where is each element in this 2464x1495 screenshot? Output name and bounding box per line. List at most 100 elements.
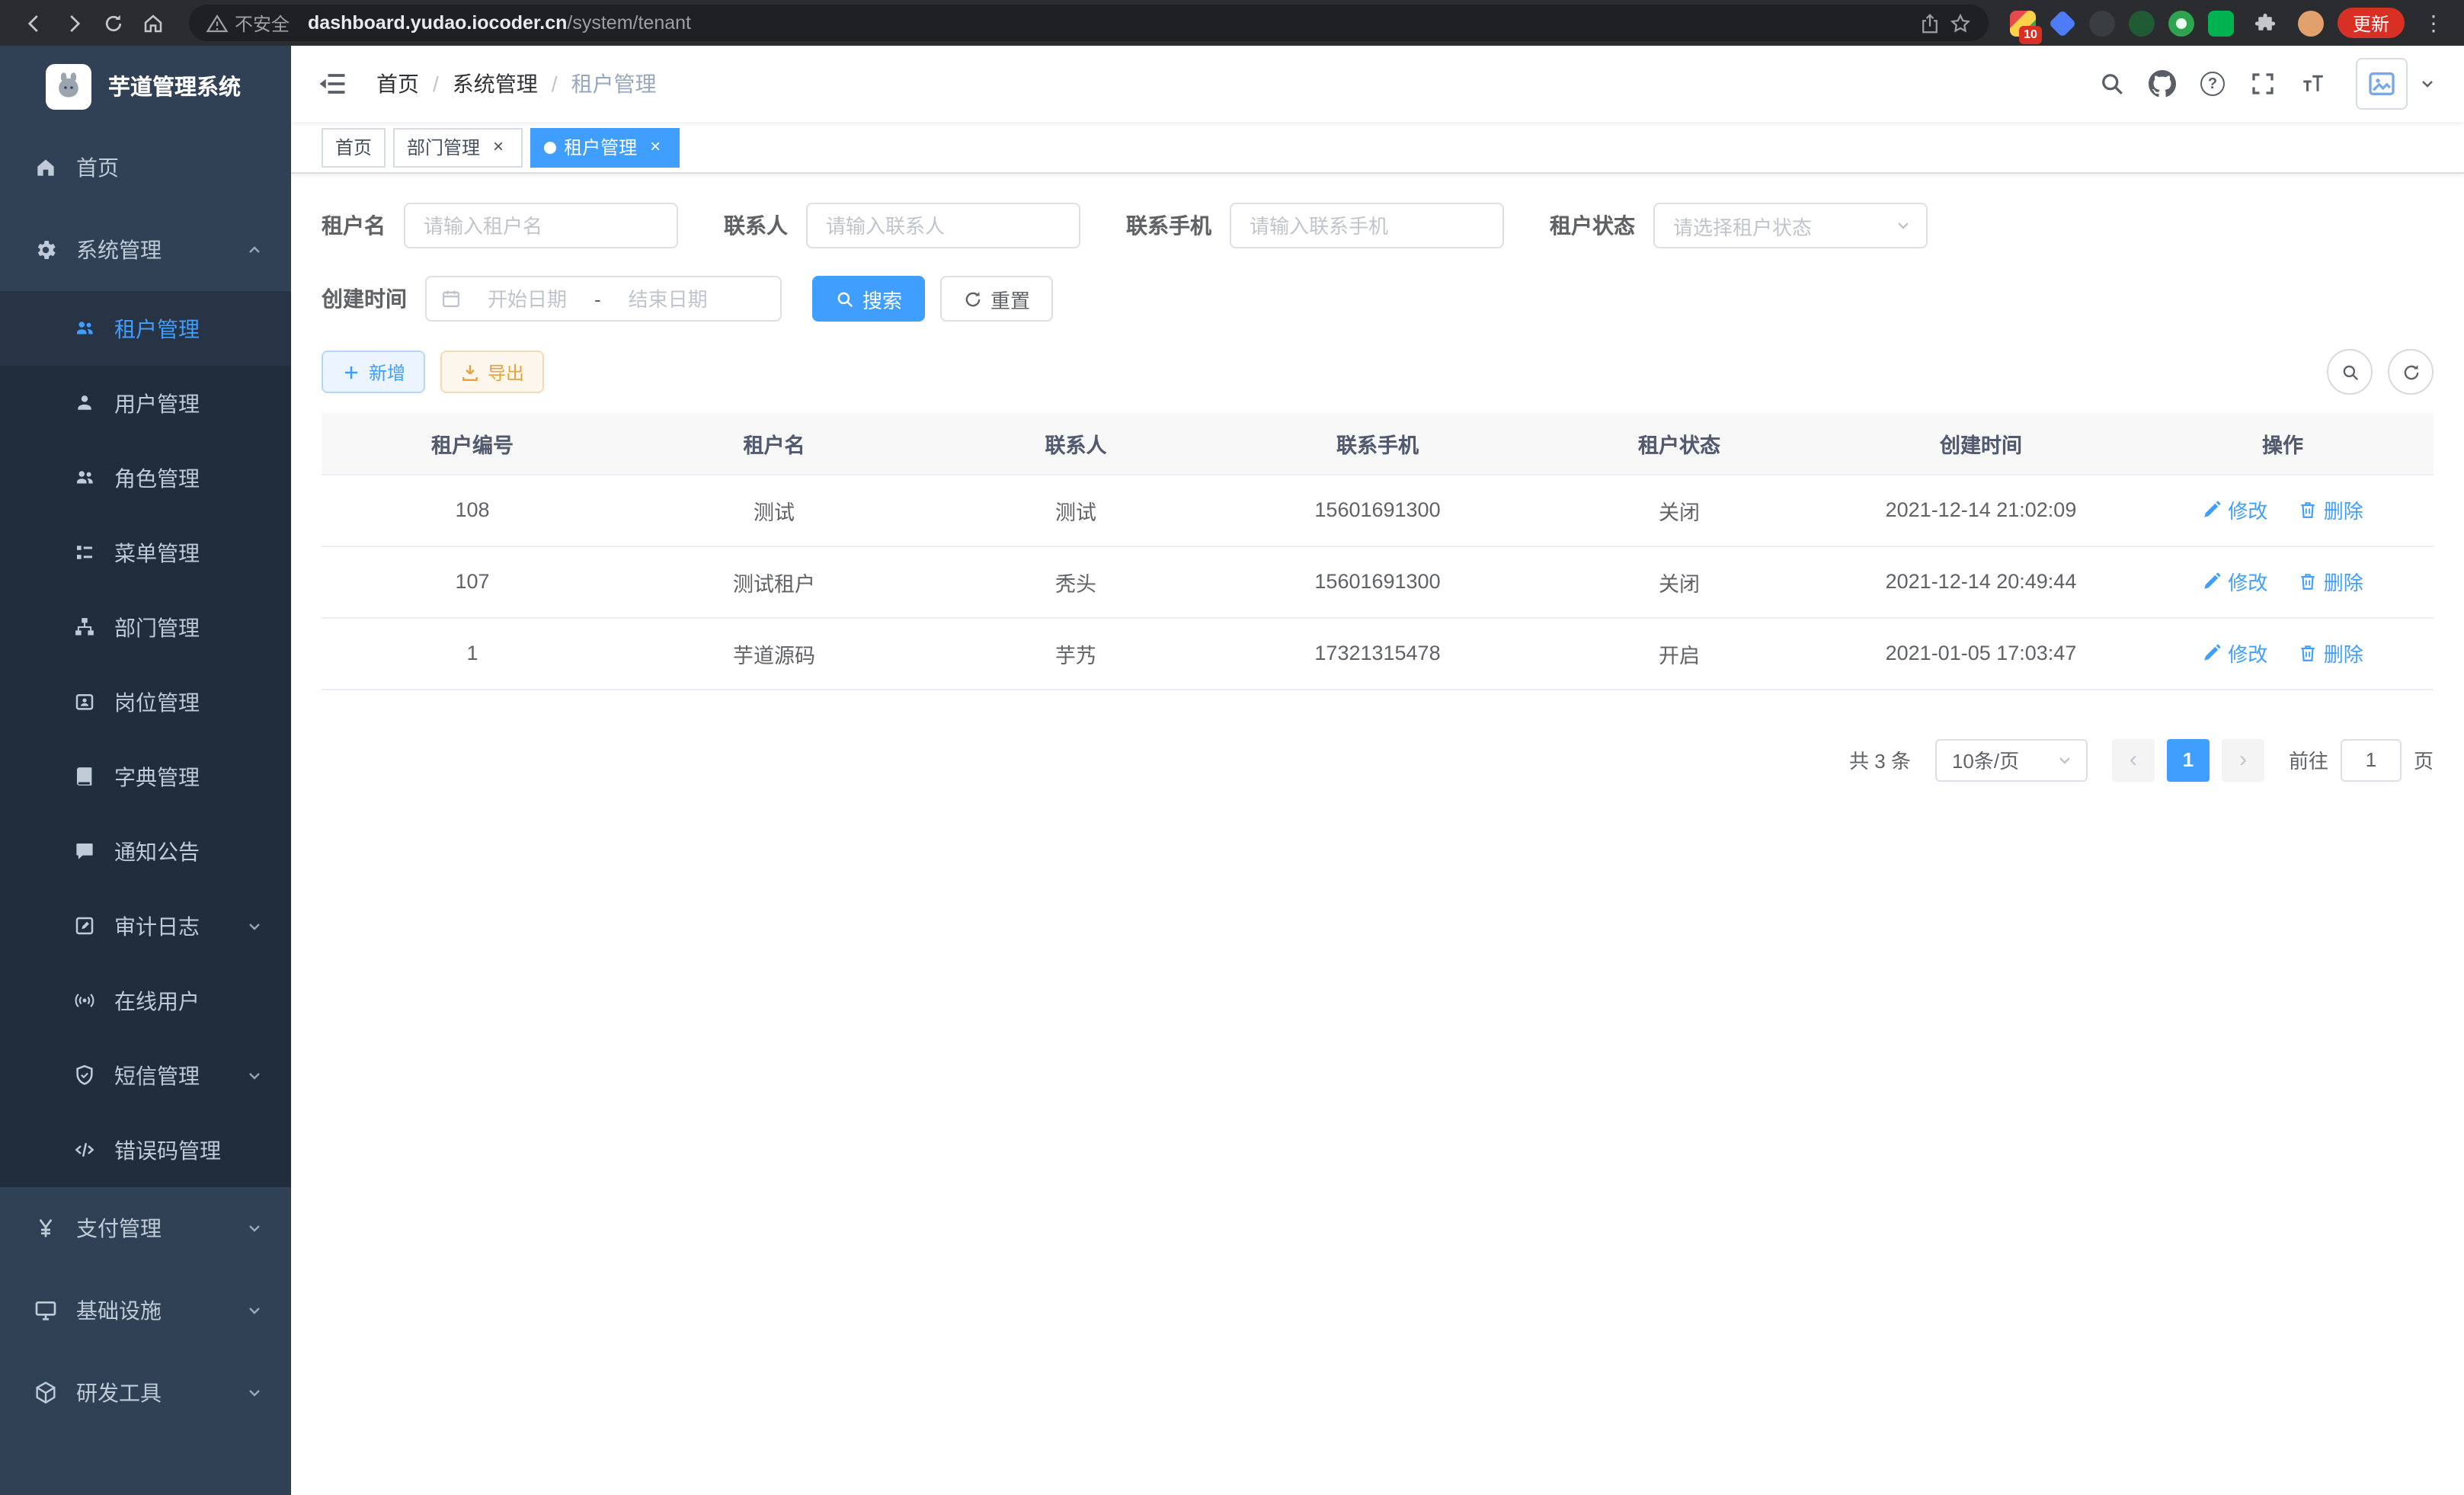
- logo-rabbit-avatar: [46, 63, 91, 109]
- sidebar-item-tenant[interactable]: 租户管理: [0, 291, 291, 366]
- sidebar-item-dev-tools[interactable]: 研发工具: [0, 1352, 291, 1434]
- prev-page-button[interactable]: ‹: [2112, 738, 2155, 781]
- header-search-icon[interactable]: [2092, 64, 2132, 104]
- next-page-button[interactable]: ›: [2222, 738, 2264, 781]
- sidebar-item-home[interactable]: 首页: [0, 126, 291, 209]
- security-warning-icon[interactable]: [201, 8, 232, 38]
- close-icon[interactable]: ×: [645, 136, 666, 158]
- tab-tenant[interactable]: 租户管理×: [530, 127, 680, 167]
- chevron-down-icon: [2056, 751, 2074, 769]
- active-tab-dot: [544, 141, 556, 153]
- fullscreen-icon[interactable]: [2243, 64, 2283, 104]
- users-icon: [73, 317, 96, 340]
- delete-link[interactable]: 删除: [2298, 639, 2363, 667]
- browser-menu-dots-icon[interactable]: ⋮: [2418, 10, 2449, 36]
- edit-pencil-icon: [2202, 500, 2222, 520]
- sidebar-item-error-code[interactable]: 错误码管理: [0, 1112, 291, 1187]
- chevron-down-icon: [245, 1384, 264, 1402]
- code-icon: [73, 1138, 96, 1161]
- url-path: /system/tenant: [567, 12, 691, 34]
- edit-link[interactable]: 修改: [2202, 495, 2267, 524]
- filter-row-2: 创建时间 - 搜索 重置: [322, 276, 2434, 322]
- tenant-status-select[interactable]: 请选择租户状态: [1653, 203, 1928, 248]
- bookmark-star-icon[interactable]: [1946, 8, 1976, 38]
- tab-home[interactable]: 首页: [322, 127, 386, 167]
- plus-icon: [341, 362, 361, 382]
- goto-label: 前往: [2289, 745, 2328, 774]
- toggle-search-button[interactable]: [2327, 349, 2373, 395]
- refresh-table-button[interactable]: [2388, 349, 2434, 395]
- user-avatar[interactable]: [2356, 58, 2408, 110]
- forward-icon[interactable]: [55, 5, 91, 41]
- create-time-range-picker[interactable]: -: [425, 276, 782, 322]
- tab-dept[interactable]: 部门管理×: [393, 127, 523, 167]
- avatar-caret-down-icon[interactable]: [2418, 75, 2437, 93]
- goto-page-input[interactable]: [2341, 738, 2402, 781]
- chevron-down-icon: [245, 1066, 264, 1084]
- edit-link[interactable]: 修改: [2202, 639, 2267, 667]
- browser-profile-avatar[interactable]: [2298, 10, 2324, 36]
- sidebar-item-post[interactable]: 岗位管理: [0, 664, 291, 739]
- contact-input[interactable]: [806, 203, 1080, 248]
- export-button[interactable]: 导出: [440, 351, 544, 393]
- diamond-shape: [2049, 9, 2077, 37]
- chevron-down-icon: [245, 1219, 264, 1237]
- col-tenant-id: 租户编号: [322, 413, 623, 474]
- phone-label: 联系手机: [1126, 210, 1211, 241]
- sidebar-item-role[interactable]: 角色管理: [0, 440, 291, 515]
- help-question-icon[interactable]: ?: [2193, 64, 2232, 104]
- chevron-down-icon: [1894, 216, 1912, 235]
- reload-icon[interactable]: [94, 5, 131, 41]
- status-label: 租户状态: [1550, 210, 1635, 241]
- sidebar-item-dict[interactable]: 字典管理: [0, 739, 291, 814]
- browser-nav: [15, 5, 171, 41]
- sidebar-item-notice[interactable]: 通知公告: [0, 814, 291, 888]
- tags-view-bar: 首页 部门管理× 租户管理×: [291, 122, 2464, 174]
- screen: 不安全 dashboard.yudao.iocoder.cn/system/te…: [0, 0, 2464, 1495]
- sidebar-item-audit-log[interactable]: 审计日志: [0, 888, 291, 963]
- breadcrumb-home[interactable]: 首页: [376, 69, 419, 99]
- cube-icon: [34, 1381, 58, 1405]
- back-icon[interactable]: [15, 5, 52, 41]
- page-number-button[interactable]: 1: [2167, 738, 2210, 781]
- edit-pencil-icon: [2202, 643, 2222, 663]
- close-icon[interactable]: ×: [488, 136, 509, 158]
- tenant-name-input[interactable]: [404, 203, 678, 248]
- sidebar-item-menu[interactable]: 菜单管理: [0, 515, 291, 590]
- extension-icon-greensquare[interactable]: [2208, 10, 2234, 36]
- status-text: 关闭: [1528, 474, 1830, 546]
- breadcrumb-system[interactable]: 系统管理: [453, 69, 538, 99]
- search-button[interactable]: 搜索: [812, 276, 925, 322]
- update-button[interactable]: 更新: [2338, 8, 2405, 38]
- sidebar-item-infra[interactable]: 基础设施: [0, 1269, 291, 1352]
- extension-icon-darkgreen[interactable]: [2129, 10, 2155, 36]
- status-text: 开启: [1528, 617, 1830, 689]
- sidebar-item-pay[interactable]: 支付管理: [0, 1187, 291, 1269]
- hamburger-fold-icon[interactable]: [315, 67, 349, 101]
- sidebar-item-user[interactable]: 用户管理: [0, 366, 291, 440]
- add-button[interactable]: 新增: [322, 351, 425, 393]
- edit-link[interactable]: 修改: [2202, 567, 2267, 596]
- sidebar-item-online-user[interactable]: 在线用户: [0, 963, 291, 1038]
- github-icon[interactable]: [2142, 64, 2182, 104]
- address-bar[interactable]: 不安全 dashboard.yudao.iocoder.cn/system/te…: [189, 5, 1989, 41]
- font-size-icon[interactable]: [2293, 64, 2333, 104]
- page-size-select[interactable]: 10条/页: [1935, 738, 2088, 781]
- extension-icon-green[interactable]: [2168, 10, 2194, 36]
- date-end-input[interactable]: [609, 287, 728, 310]
- app-logo[interactable]: 芋道管理系统: [0, 46, 291, 126]
- date-start-input[interactable]: [468, 287, 587, 310]
- delete-link[interactable]: 删除: [2298, 495, 2363, 524]
- extension-icon-diamond[interactable]: [2050, 10, 2075, 36]
- phone-input[interactable]: [1230, 203, 1504, 248]
- sidebar-item-system[interactable]: 系统管理: [0, 209, 291, 291]
- share-icon[interactable]: [1915, 8, 1946, 38]
- sidebar-item-sms[interactable]: 短信管理: [0, 1038, 291, 1112]
- extensions-puzzle-icon[interactable]: [2248, 5, 2284, 41]
- reset-button[interactable]: 重置: [940, 276, 1053, 322]
- home-icon[interactable]: [134, 5, 171, 41]
- delete-link[interactable]: 删除: [2298, 567, 2363, 596]
- sidebar-item-dept[interactable]: 部门管理: [0, 590, 291, 664]
- extension-icon-adblock[interactable]: 10: [2010, 10, 2036, 36]
- extension-icon-dark[interactable]: [2089, 10, 2115, 36]
